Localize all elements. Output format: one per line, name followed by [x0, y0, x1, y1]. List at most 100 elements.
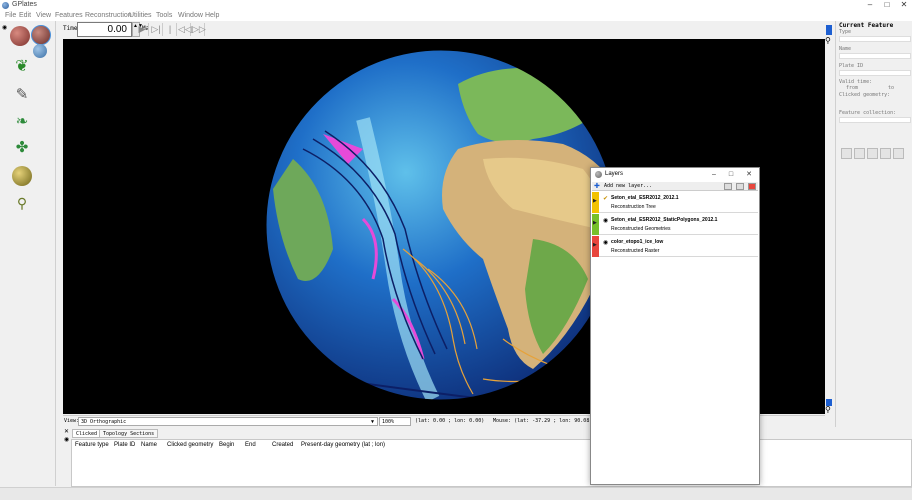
clicked-features-table[interactable]: Feature type Plate ID Name Clicked geome…: [71, 439, 912, 487]
column-clicked-geometry[interactable]: Clicked geometry: [167, 442, 213, 448]
layer-row-reconstruction-tree[interactable]: ▶ ✔ Seton_etal_ESR2012_2012.1 Reconstruc…: [592, 192, 758, 213]
query-feature-icon[interactable]: [841, 148, 852, 159]
layers-title-bar[interactable]: Layers – □ ✕: [591, 168, 759, 182]
zoom-out-icon[interactable]: ⚲: [825, 405, 831, 414]
app-globe-icon: [2, 2, 9, 9]
menu-view[interactable]: View: [36, 12, 51, 19]
menu-reconstruction[interactable]: Reconstruction: [85, 12, 132, 19]
layer-name: Seton_etal_ESR2012_StaticPolygons_2012.1: [611, 217, 718, 223]
tab-topology-sections[interactable]: Topology Sections: [99, 429, 159, 438]
add-layer-button[interactable]: Add new layer...: [604, 183, 652, 189]
fast-forward-button[interactable]: ▷▷: [192, 23, 206, 36]
step-back-button[interactable]: ◁◁: [178, 23, 192, 36]
play-button[interactable]: ▶: [136, 23, 149, 36]
measure-tool-icon[interactable]: ⚲: [12, 193, 32, 213]
layers-window-icon: [595, 171, 602, 178]
zoom-value: 100%: [382, 419, 395, 425]
layer-row-raster[interactable]: ▶ ◉ color_etopo1_ice_low Reconstructed R…: [592, 236, 758, 257]
layers-title: Layers: [605, 171, 624, 177]
expand-arrow-icon[interactable]: ▶: [593, 242, 597, 248]
name-label: Name: [839, 46, 852, 52]
type-label: Type: [839, 29, 852, 35]
pole-manipulation-tool-icon[interactable]: ✤: [12, 138, 32, 158]
drag-globe-tool-icon[interactable]: [10, 26, 30, 46]
layers-window: Layers – □ ✕ ✚ Add new layer... ▶ ✔ Seto…: [590, 167, 760, 485]
menu-bar: File Edit View Features Reconstruction U…: [0, 11, 912, 21]
bottom-close-icon[interactable]: ✕: [64, 428, 69, 435]
add-layer-icon[interactable]: ✚: [594, 182, 600, 190]
column-begin[interactable]: Begin: [219, 442, 234, 448]
small-circle-tool-icon[interactable]: [12, 166, 32, 186]
clicked-geometry-label: Clicked geometry:: [839, 92, 891, 98]
tab-clicked[interactable]: Clicked: [72, 429, 102, 438]
menu-utilities[interactable]: Utilities: [129, 12, 152, 19]
layer-name: Seton_etal_ESR2012_2012.1: [611, 195, 679, 201]
column-feature-type[interactable]: Feature type: [75, 442, 109, 448]
type-field[interactable]: [839, 36, 911, 42]
africa-feature-tool-icon[interactable]: ❦: [12, 57, 32, 77]
zoom-in-icon[interactable]: ⚲: [825, 36, 831, 45]
projection-select[interactable]: 3D Orthographic ▼: [78, 417, 378, 426]
layers-minimize-button[interactable]: –: [708, 169, 720, 181]
menu-window[interactable]: Window: [178, 12, 203, 19]
zoom-slider[interactable]: [825, 21, 835, 416]
digitise-tool-icon[interactable]: ✎: [12, 85, 32, 105]
menu-help[interactable]: Help: [205, 12, 219, 19]
layer-colour-icon[interactable]: [748, 183, 756, 190]
maximize-button[interactable]: □: [879, 0, 895, 11]
palette-pin-icon: ◉: [2, 25, 8, 31]
tool-palette: ◉ ❦ ✎ ❧ ✤ ⚲: [0, 21, 56, 486]
zoom-select[interactable]: 100%: [379, 417, 411, 426]
layer-type: Reconstruction Tree: [611, 204, 656, 210]
mouse-coordinates: Mouse: (lat: -37.29 ; lon: 90.08) (of: [493, 418, 605, 424]
delete-feature-icon[interactable]: [880, 148, 891, 159]
clone-feature-icon[interactable]: [867, 148, 878, 159]
current-feature-header: Current Feature: [839, 22, 894, 29]
menu-edit[interactable]: Edit: [19, 12, 31, 19]
valid-from-label: from: [846, 85, 859, 91]
layer-row-static-polygons[interactable]: ▶ ◉ Seton_etal_ESR2012_StaticPolygons_20…: [592, 214, 758, 235]
layers-maximize-button[interactable]: □: [725, 169, 737, 181]
column-end[interactable]: End: [245, 442, 256, 448]
time-input[interactable]: 0.00: [77, 22, 132, 37]
expand-arrow-icon[interactable]: ▶: [593, 220, 597, 226]
layer-visible-check-icon[interactable]: ✔: [603, 195, 608, 202]
plate-id-label: Plate ID: [839, 63, 864, 69]
feature-collection-label: Feature collection:: [839, 110, 897, 116]
menu-features[interactable]: Features: [55, 12, 83, 19]
column-present-day-geometry[interactable]: Present-day geometry (lat ; lon): [301, 442, 385, 448]
collapse-layers-icon[interactable]: [736, 183, 744, 190]
step-forward-button[interactable]: ▷|: [150, 23, 163, 36]
app-title: GPlates: [12, 1, 37, 8]
projection-value: 3D Orthographic: [81, 419, 127, 425]
zoom-globe-tool-icon[interactable]: [31, 25, 51, 45]
layers-close-button[interactable]: ✕: [743, 169, 755, 181]
bottom-pin-icon[interactable]: ◉: [64, 436, 69, 443]
plate-id-field[interactable]: [839, 70, 911, 76]
edit-feature-icon[interactable]: [854, 148, 865, 159]
column-plate-id[interactable]: Plate ID: [114, 442, 135, 448]
menu-file[interactable]: File: [5, 12, 16, 19]
minimize-button[interactable]: –: [862, 0, 878, 11]
topology-tool-icon[interactable]: ❧: [12, 112, 32, 132]
zoom-slider-handle-top[interactable]: [826, 25, 832, 35]
layer-visible-eye-icon[interactable]: ◉: [603, 239, 608, 246]
layer-type: Reconstructed Raster: [611, 248, 660, 254]
show-layer-icon[interactable]: [724, 183, 732, 190]
menu-tools[interactable]: Tools: [156, 12, 172, 19]
add-layer-toolbar: ✚ Add new layer...: [592, 182, 758, 191]
name-field[interactable]: [839, 53, 911, 59]
projection-dropdown-icon: ▼: [371, 419, 375, 425]
expand-arrow-icon[interactable]: ▶: [593, 198, 597, 204]
lens-tool-icon[interactable]: [33, 44, 47, 58]
rewind-button[interactable]: |◁◁: [164, 23, 178, 47]
column-name[interactable]: Name: [141, 442, 157, 448]
save-feature-icon[interactable]: [893, 148, 904, 159]
valid-to-label: to: [888, 85, 895, 91]
layer-visible-eye-icon[interactable]: ◉: [603, 217, 608, 224]
current-feature-panel: Current Feature Type Name Plate ID Valid…: [835, 21, 912, 431]
feature-collection-field[interactable]: [839, 117, 911, 123]
close-button[interactable]: ✕: [896, 0, 912, 11]
column-created[interactable]: Created: [272, 442, 293, 448]
time-toolbar: Time: 0.00 ▲▼ Ma ▶ ▷| |◁◁ ◁◁ ▷▷: [58, 21, 824, 47]
